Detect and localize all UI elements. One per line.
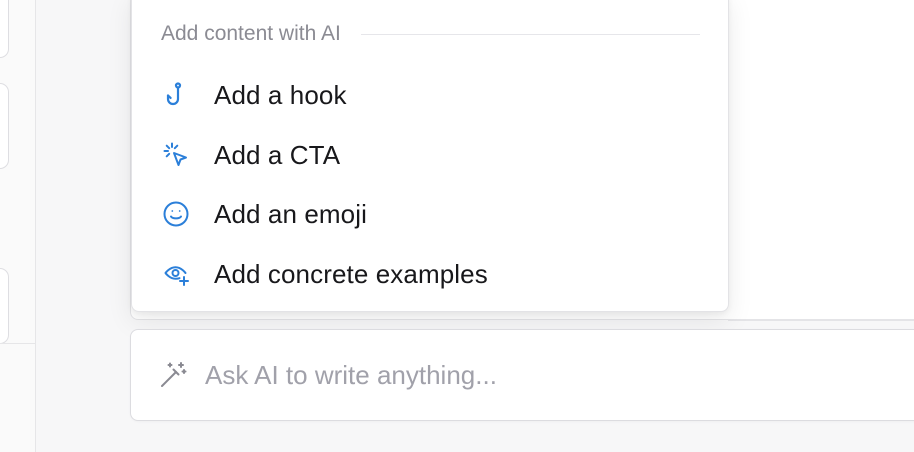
sidebar-card[interactable] [0,268,9,344]
editor-divider [728,320,914,321]
menu-item-add-cta[interactable]: Add a CTA [144,129,716,181]
smile-icon [162,200,190,228]
menu-item-label: Add a CTA [214,139,341,170]
menu-item-add-hook[interactable]: Add a hook [144,69,716,121]
sidebar-divider [0,343,36,344]
sidebar-card[interactable] [0,83,9,169]
ask-ai-input[interactable] [205,359,765,391]
menu-item-add-emoji[interactable]: Add an emoji [144,188,716,240]
menu-item-label: Add an emoji [214,198,367,229]
magic-wand-icon [157,359,189,391]
section-title: Add content with AI [161,22,341,45]
menu-item-add-concrete-examples[interactable]: Add concrete examples [144,248,716,300]
app-stage: Add content with AI Add a hook Add a CTA… [0,0,914,452]
hook-icon [162,81,190,109]
ai-content-dropdown: Add content with AI Add a hook Add a CTA… [131,0,729,312]
menu-item-label: Add concrete examples [214,258,488,289]
menu-item-label: Add a hook [214,79,347,110]
section-divider [360,33,700,35]
ask-ai-bar[interactable] [130,329,914,421]
sidebar-card[interactable] [0,0,9,58]
left-sidebar [0,0,36,452]
eye-plus-icon [162,260,190,288]
section-header: Add content with AI [161,22,700,46]
pointer-click-icon [162,141,190,169]
